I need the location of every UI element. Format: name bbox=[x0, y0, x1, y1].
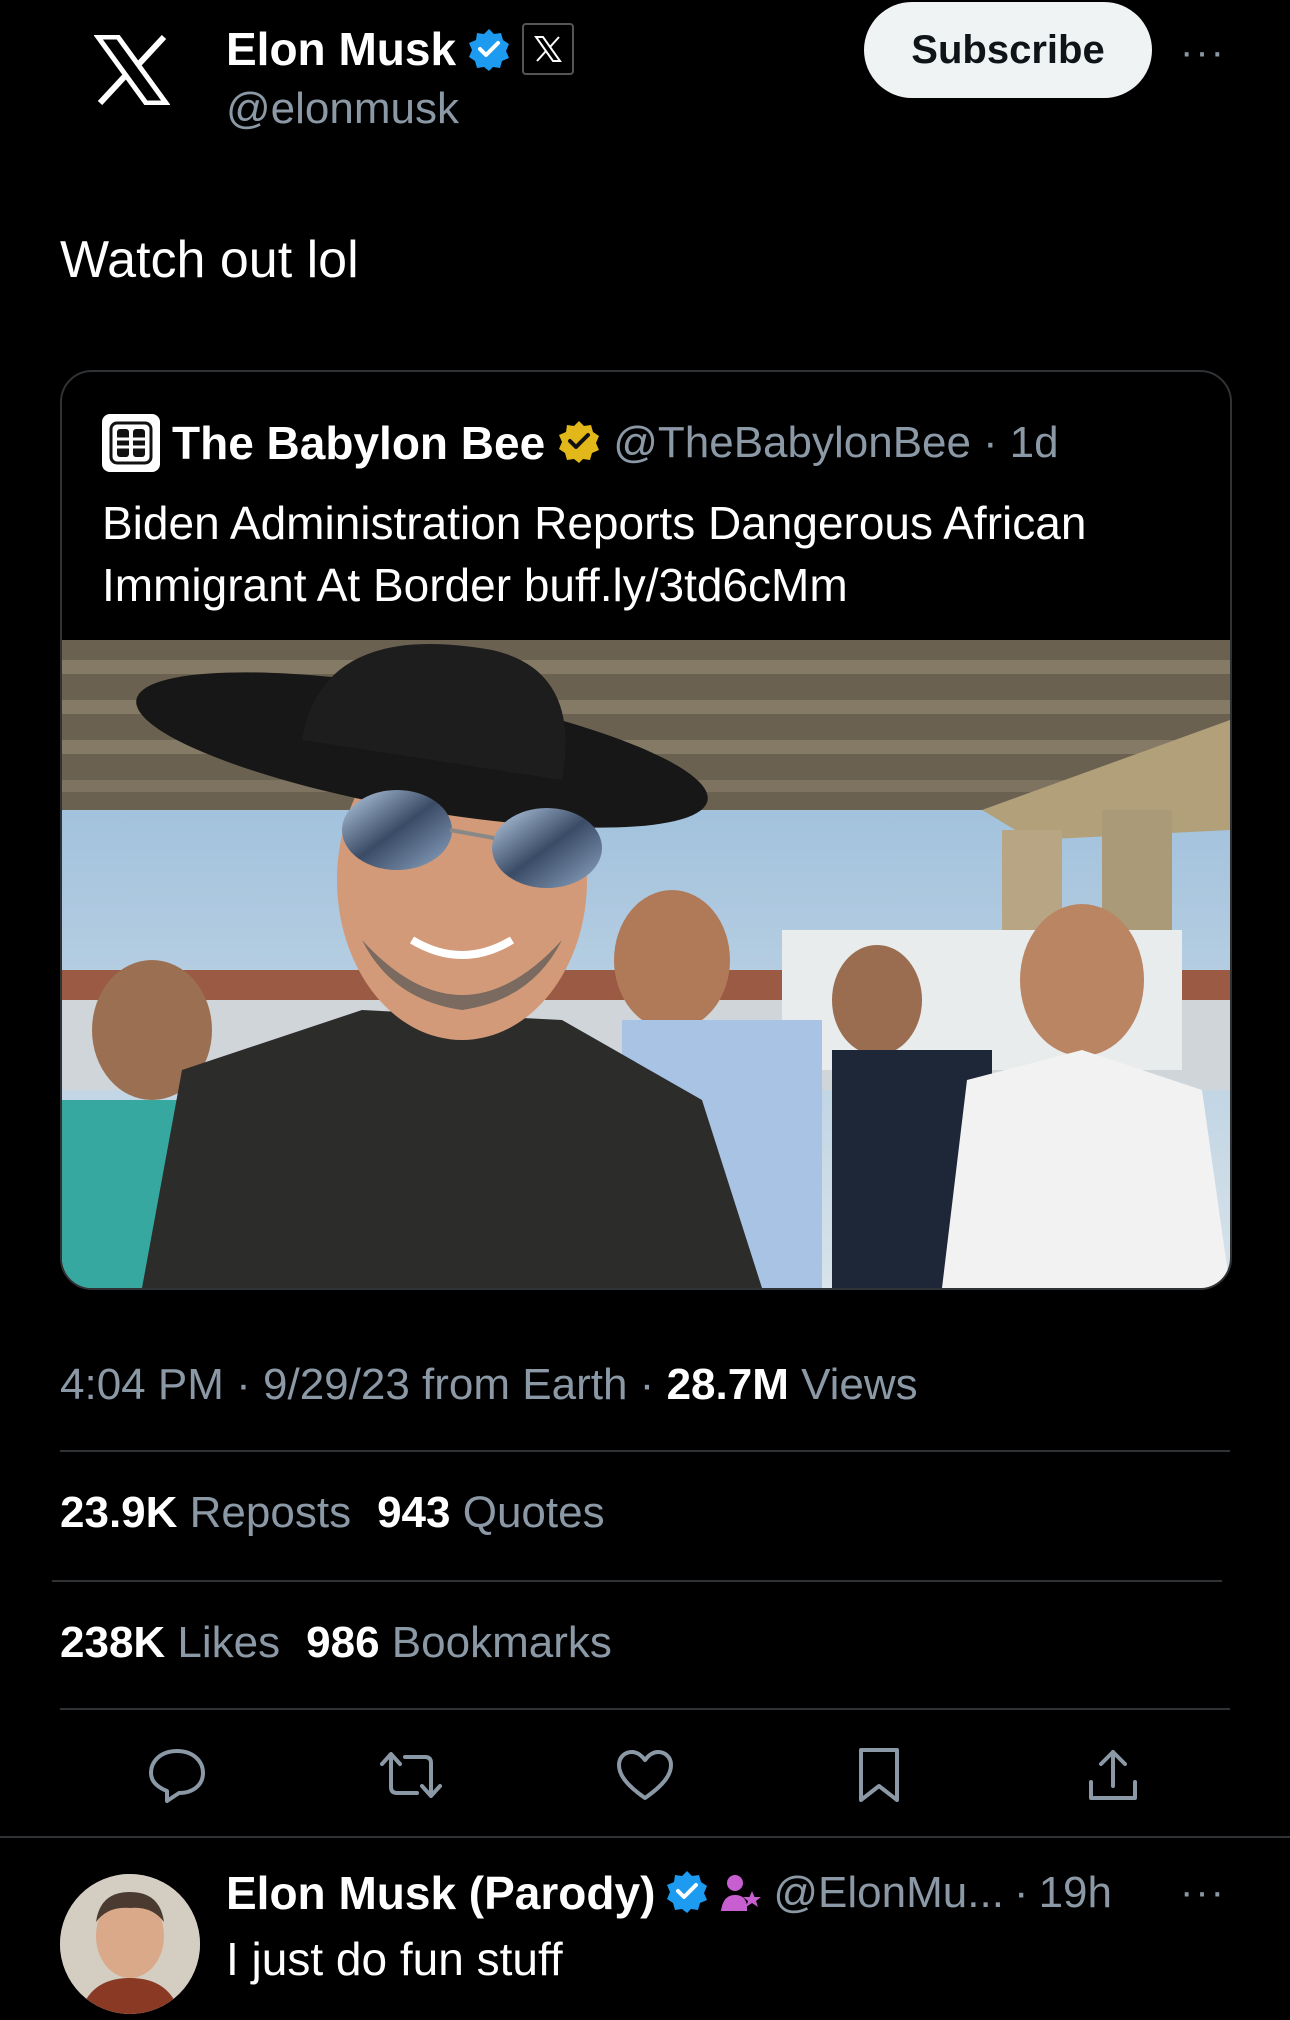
repost-icon[interactable] bbox=[376, 1740, 446, 1810]
verified-badge-icon[interactable] bbox=[466, 26, 512, 72]
tweet-date[interactable]: 9/29/23 bbox=[263, 1360, 410, 1409]
subscribe-button[interactable]: Subscribe bbox=[864, 2, 1152, 98]
likes-label: Likes bbox=[177, 1618, 281, 1667]
separator-dot: · bbox=[1013, 1868, 1029, 1917]
reply-avatar[interactable] bbox=[60, 1874, 200, 2014]
quotes-label: Quotes bbox=[462, 1488, 605, 1537]
reply-text: I just do fun stuff bbox=[226, 1933, 563, 1985]
quoted-photo[interactable] bbox=[62, 640, 1230, 1288]
like-icon[interactable] bbox=[610, 1740, 680, 1810]
separator-dot: · bbox=[639, 1360, 655, 1409]
babylon-bee-avatar[interactable] bbox=[102, 414, 160, 472]
engagement-stats-row-2: 238K Likes 986 Bookmarks bbox=[60, 1618, 612, 1668]
more-options-icon[interactable]: ··· bbox=[1180, 1870, 1226, 1915]
user-handle[interactable]: @elonmusk bbox=[226, 84, 459, 134]
reply-age: 19h bbox=[1038, 1868, 1112, 1917]
divider bbox=[0, 1836, 1290, 1838]
verified-badge-icon bbox=[665, 1869, 709, 1918]
views-count: 28.7M bbox=[666, 1360, 789, 1409]
bookmarks-link[interactable]: 986 Bookmarks bbox=[306, 1618, 612, 1668]
tweet-text: Watch out lol bbox=[60, 231, 359, 289]
bookmarks-count: 986 bbox=[306, 1618, 380, 1667]
divider bbox=[60, 1708, 1230, 1710]
more-options-icon[interactable]: ··· bbox=[1180, 30, 1226, 75]
reply-handle[interactable]: @ElonMu... bbox=[773, 1868, 1004, 1918]
likes-link[interactable]: 238K Likes bbox=[60, 1618, 280, 1668]
reply-display-name[interactable]: Elon Musk (Parody) bbox=[226, 1866, 655, 1920]
views-label: Views bbox=[801, 1360, 918, 1409]
quoted-handle[interactable]: @TheBabylonBee bbox=[613, 418, 971, 468]
likes-count: 238K bbox=[60, 1618, 166, 1667]
engagement-stats-row-1: 23.9K Reposts 943 Quotes bbox=[60, 1488, 605, 1538]
gold-verified-badge-icon bbox=[557, 419, 601, 468]
action-bar bbox=[0, 1740, 1290, 1810]
tweet-meta: 4:04 PM · 9/29/23 from Earth · 28.7M Vie… bbox=[60, 1360, 918, 1410]
quoted-display-name[interactable]: The Babylon Bee bbox=[172, 416, 545, 470]
divider bbox=[60, 1450, 1230, 1452]
tweet-page: Elon Musk @elonmusk Subscribe ··· Watch … bbox=[0, 0, 1290, 2020]
parody-label-icon bbox=[719, 1869, 763, 1918]
reposts-link[interactable]: 23.9K Reposts bbox=[60, 1488, 351, 1538]
tweet-source: from Earth bbox=[422, 1360, 628, 1409]
x-logo-icon[interactable] bbox=[80, 18, 184, 122]
share-icon[interactable] bbox=[1078, 1740, 1148, 1810]
reposts-label: Reposts bbox=[189, 1488, 352, 1537]
quotes-link[interactable]: 943 Quotes bbox=[377, 1488, 605, 1538]
tweet-time[interactable]: 4:04 PM bbox=[60, 1360, 224, 1409]
reposts-count: 23.9K bbox=[60, 1488, 178, 1537]
quotes-count: 943 bbox=[377, 1488, 451, 1537]
reply-icon[interactable] bbox=[142, 1740, 212, 1810]
quoted-text: Biden Administration Reports Dangerous A… bbox=[102, 497, 1087, 611]
divider bbox=[52, 1580, 1222, 1582]
tweet-header: Elon Musk @elonmusk Subscribe ··· bbox=[0, 0, 1290, 150]
bookmark-icon[interactable] bbox=[844, 1740, 914, 1810]
separator-dot: · bbox=[982, 418, 998, 467]
quoted-tweet-card[interactable]: The Babylon Bee @TheBabylonBee · 1d Bide… bbox=[60, 370, 1232, 1290]
quoted-age: 1d bbox=[1009, 418, 1059, 467]
x-affiliate-badge-icon[interactable] bbox=[522, 23, 575, 75]
separator-dot: · bbox=[236, 1360, 251, 1409]
bookmarks-label: Bookmarks bbox=[391, 1618, 612, 1667]
display-name[interactable]: Elon Musk bbox=[226, 22, 456, 76]
